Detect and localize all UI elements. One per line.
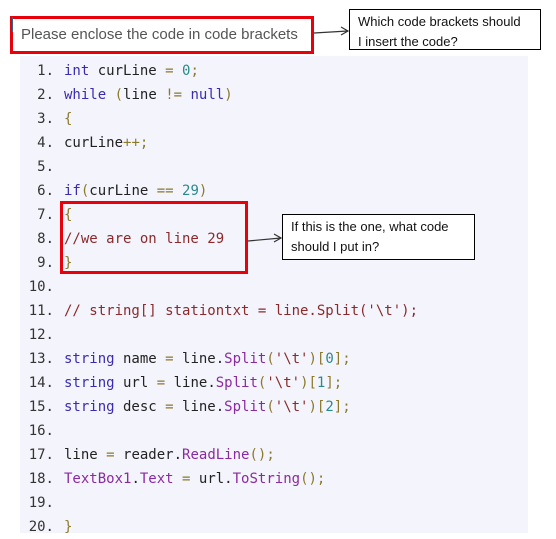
arrows-layer bbox=[247, 26, 350, 243]
mid-arrow bbox=[247, 233, 283, 243]
top-arrow bbox=[313, 26, 350, 36]
